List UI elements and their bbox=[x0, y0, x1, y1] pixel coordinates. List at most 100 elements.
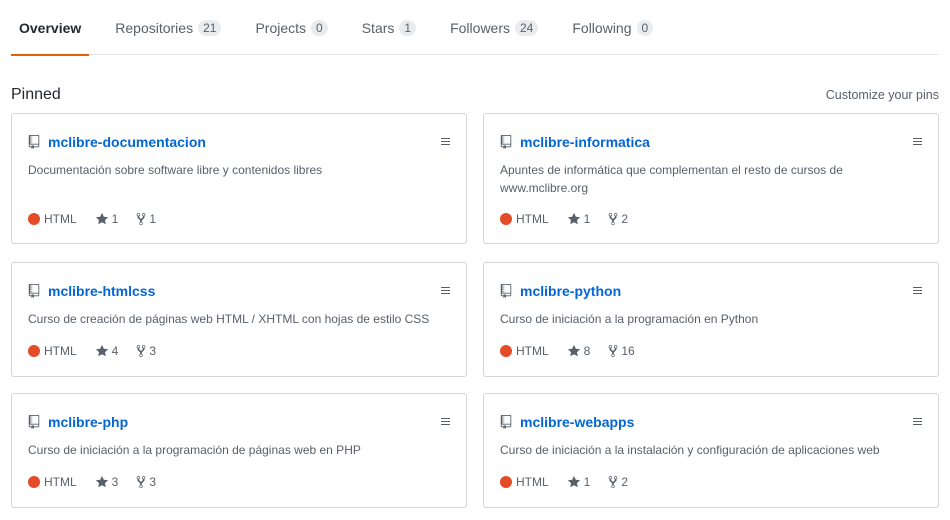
repo-header: mclibre-htmlcss bbox=[28, 283, 450, 299]
repo-header: mclibre-documentacion bbox=[28, 134, 450, 150]
stars-count: 3 bbox=[111, 475, 119, 489]
grabber-icon[interactable] bbox=[913, 138, 922, 147]
repo-stars-link[interactable]: 1 bbox=[567, 475, 591, 489]
profile-tabs: Overview Repositories 21 Projects 0 Star… bbox=[11, 0, 938, 56]
repo-meta: HTML 1 2 bbox=[500, 212, 646, 226]
pinned-repo-card: mclibre-documentacion Documentación sobr… bbox=[11, 113, 467, 244]
repo-language: HTML bbox=[500, 475, 549, 489]
repo-meta: HTML 1 1 bbox=[28, 212, 174, 226]
language-color-dot bbox=[500, 476, 512, 488]
repo-name-link[interactable]: mclibre-webapps bbox=[520, 414, 634, 430]
repo-name-link[interactable]: mclibre-python bbox=[520, 283, 621, 299]
tab-overview[interactable]: Overview bbox=[11, 0, 90, 56]
language-label: HTML bbox=[44, 475, 77, 489]
tab-projects[interactable]: Projects 0 bbox=[247, 0, 335, 55]
repo-icon bbox=[500, 135, 512, 149]
forks-count: 2 bbox=[621, 212, 629, 226]
repo-forks-link[interactable]: 3 bbox=[136, 344, 156, 358]
repo-name-link[interactable]: mclibre-documentacion bbox=[48, 134, 206, 150]
repo-forks-link[interactable]: 16 bbox=[608, 344, 635, 358]
grabber-icon[interactable] bbox=[913, 287, 922, 296]
repo-forks-link[interactable]: 1 bbox=[136, 212, 156, 226]
tab-repositories[interactable]: Repositories 21 bbox=[107, 0, 229, 55]
repo-header: mclibre-python bbox=[500, 283, 922, 299]
repo-description: Apuntes de informática que complementan … bbox=[500, 163, 843, 195]
star-icon bbox=[567, 212, 580, 225]
repo-stars-link[interactable]: 8 bbox=[567, 344, 591, 358]
repo-stars-link[interactable]: 4 bbox=[95, 344, 118, 358]
star-icon bbox=[567, 344, 580, 357]
fork-icon bbox=[608, 475, 618, 489]
repo-icon bbox=[28, 284, 40, 298]
stars-count: 1 bbox=[583, 212, 591, 226]
repo-stars-link[interactable]: 1 bbox=[95, 212, 119, 226]
repo-language: HTML bbox=[28, 344, 77, 358]
fork-icon bbox=[136, 475, 146, 489]
fork-icon bbox=[136, 212, 146, 226]
pinned-repo-card: mclibre-webapps Curso de iniciación a la… bbox=[483, 393, 939, 508]
language-color-dot bbox=[500, 345, 512, 357]
forks-count: 3 bbox=[149, 475, 157, 489]
pinned-repo-card: mclibre-htmlcss Curso de creación de pág… bbox=[11, 262, 467, 377]
repo-meta: HTML 8 16 bbox=[500, 344, 653, 358]
language-color-dot bbox=[28, 476, 40, 488]
tab-counter: 24 bbox=[515, 19, 539, 36]
tab-followers[interactable]: Followers 24 bbox=[442, 0, 546, 55]
language-label: HTML bbox=[44, 344, 77, 358]
repo-header: mclibre-php bbox=[28, 414, 450, 430]
repo-name-link[interactable]: mclibre-htmlcss bbox=[48, 283, 155, 299]
pinned-title: Pinned bbox=[11, 86, 61, 103]
tab-following[interactable]: Following 0 bbox=[564, 0, 661, 55]
repo-language: HTML bbox=[28, 212, 77, 226]
stars-count: 1 bbox=[111, 212, 119, 226]
language-label: HTML bbox=[516, 212, 549, 226]
forks-count: 16 bbox=[621, 344, 635, 358]
pinned-repo-card: mclibre-informatica Apuntes de informáti… bbox=[483, 113, 939, 244]
repo-forks-link[interactable]: 3 bbox=[136, 475, 156, 489]
repo-language: HTML bbox=[500, 212, 549, 226]
language-color-dot bbox=[28, 345, 40, 357]
tab-counter: 0 bbox=[636, 19, 654, 36]
tab-counter: 1 bbox=[399, 19, 417, 36]
grabber-icon[interactable] bbox=[441, 138, 450, 147]
language-label: HTML bbox=[44, 212, 77, 226]
repo-icon bbox=[28, 415, 40, 429]
repo-description: Curso de iniciación a la programación en… bbox=[500, 312, 759, 326]
stars-count: 1 bbox=[583, 475, 591, 489]
repo-description: Curso de iniciación a la instalación y c… bbox=[500, 443, 880, 457]
tab-counter: 21 bbox=[198, 19, 222, 36]
repo-forks-link[interactable]: 2 bbox=[608, 475, 628, 489]
tab-label: Stars bbox=[361, 19, 395, 36]
repo-icon bbox=[500, 284, 512, 298]
grabber-icon[interactable] bbox=[441, 287, 450, 296]
forks-count: 1 bbox=[149, 212, 157, 226]
customize-pins-link[interactable]: Customize your pins bbox=[826, 88, 939, 102]
repo-header: mclibre-webapps bbox=[500, 414, 922, 430]
star-icon bbox=[567, 475, 580, 488]
repo-header: mclibre-informatica bbox=[500, 134, 922, 150]
repo-description: Documentación sobre software libre y con… bbox=[28, 163, 323, 177]
pinned-repo-card: mclibre-php Curso de iniciación a la pro… bbox=[11, 393, 467, 508]
repo-language: HTML bbox=[28, 475, 77, 489]
tab-stars[interactable]: Stars 1 bbox=[354, 0, 424, 55]
repo-description: Curso de creación de páginas web HTML / … bbox=[28, 312, 430, 326]
grabber-icon[interactable] bbox=[913, 418, 922, 427]
grabber-icon[interactable] bbox=[441, 418, 450, 427]
repo-name-link[interactable]: mclibre-php bbox=[48, 414, 128, 430]
tab-label: Repositories bbox=[115, 19, 194, 36]
language-label: HTML bbox=[516, 344, 549, 358]
repo-description: Curso de iniciación a la programación de… bbox=[28, 443, 361, 457]
pinned-repo-card: mclibre-python Curso de iniciación a la … bbox=[483, 262, 939, 377]
repo-stars-link[interactable]: 1 bbox=[567, 212, 591, 226]
language-color-dot bbox=[28, 213, 40, 225]
tab-label: Following bbox=[572, 19, 632, 36]
repo-icon bbox=[500, 415, 512, 429]
repo-forks-link[interactable]: 2 bbox=[608, 212, 628, 226]
repo-meta: HTML 3 3 bbox=[28, 475, 174, 489]
repo-stars-link[interactable]: 3 bbox=[95, 475, 119, 489]
tab-label: Projects bbox=[255, 19, 307, 36]
stars-count: 8 bbox=[583, 344, 591, 358]
repo-name-link[interactable]: mclibre-informatica bbox=[520, 134, 650, 150]
repo-meta: HTML 1 2 bbox=[500, 475, 646, 489]
forks-count: 2 bbox=[621, 475, 629, 489]
